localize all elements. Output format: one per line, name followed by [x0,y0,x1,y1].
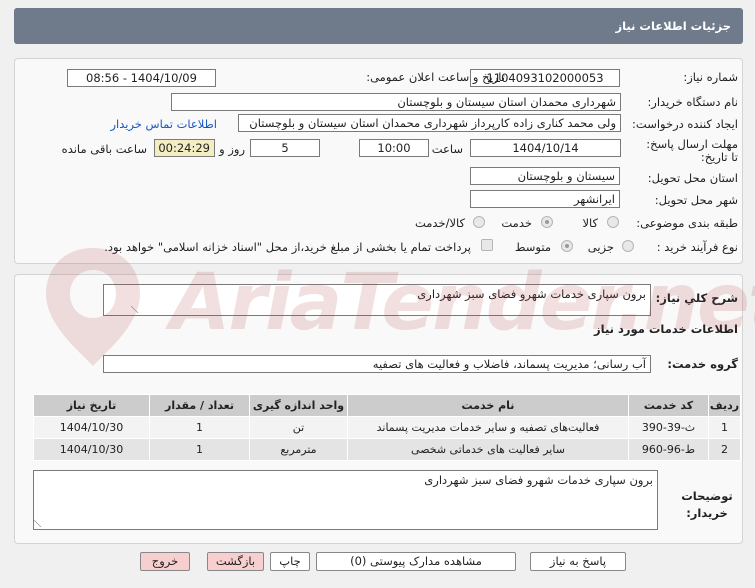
need-number-label: شماره نیاز: [683,70,738,84]
table-row[interactable]: 2 ط-96-960 سایر فعالیت های خدماتی شخصی م… [33,438,741,461]
category-goods-service-radio[interactable] [473,216,485,228]
cell-unit: مترمربع [249,438,348,461]
cell-unit: تن [249,416,348,439]
deadline-time-label: ساعت [431,142,463,156]
cell-need-date: 1404/10/30 [33,416,150,439]
remaining-time-field[interactable]: 00:24:29 [154,139,215,157]
services-table: ردیف کد خدمت نام خدمت واحد اندازه گیری ت… [33,394,741,461]
service-group-field[interactable]: آب رسانی؛ مدیریت پسماند، فاضلاب و فعالیت… [103,355,651,373]
col-unit: واحد اندازه گیری [249,394,348,417]
need-details-panel [14,58,743,264]
cell-service-name: سایر فعالیت های خدماتی شخصی [347,438,629,461]
print-button[interactable]: چاپ [270,552,310,571]
services-heading: اطلاعات خدمات مورد نیاز [594,322,738,336]
buyer-org-label: نام دستگاه خریدار: [647,95,738,109]
cell-quantity: 1 [149,438,250,461]
creator-label: ایجاد کننده درخواست: [632,117,738,131]
announce-label: تاریخ و ساعت اعلان عمومی: [366,70,505,84]
col-service-name: نام خدمت [347,394,629,417]
table-row[interactable]: 1 ث-39-390 فعالیت‌های تصفیه و سایر خدمات… [33,416,741,439]
buyer-notes-label: توضیحات خریدار: [681,489,733,520]
category-service-label: خدمت [501,216,532,230]
city-field[interactable]: ایرانشهر [470,190,620,208]
process-minor-label: جزیی [587,240,614,254]
cell-service-code: ط-96-960 [628,438,709,461]
service-group-label: گروه خدمت: [667,357,738,371]
treasury-payment-note: پرداخت تمام یا بخشی از مبلغ خرید،از محل … [104,240,471,254]
col-quantity: تعداد / مقدار [149,394,250,417]
summary-label: شرح كلي نياز: [655,291,738,305]
exit-button[interactable]: خروج [140,552,190,571]
process-medium-radio[interactable] [561,240,573,252]
cell-service-name: فعالیت‌های تصفیه و سایر خدمات مدیریت پسم… [347,416,629,439]
process-medium-label: متوسط [514,240,551,254]
buyer-org-field[interactable]: شهرداری محمدان استان سیستان و بلوچستان [171,93,621,111]
back-button[interactable]: بازگشت [207,552,264,571]
category-goods-radio[interactable] [607,216,619,228]
cell-quantity: 1 [149,416,250,439]
process-minor-radio[interactable] [622,240,634,252]
category-goods-service-label: کالا/خدمت [414,216,465,230]
buyer-notes-textarea[interactable]: برون سپاری خدمات شهرو فضای سبز شهرداری [33,470,658,530]
page-title: جزئیات اطلاعات نیاز [615,19,731,33]
buyer-contact-link[interactable]: اطلاعات تماس خریدار [110,117,217,131]
cell-need-date: 1404/10/30 [33,438,150,461]
col-row-number: ردیف [708,394,741,417]
treasury-payment-checkbox[interactable] [481,239,493,251]
announce-datetime-field[interactable]: 1404/10/09 - 08:56 [67,69,216,87]
creator-field[interactable]: ولی محمد کناری زاده کارپرداز شهرداری محم… [238,114,621,132]
remaining-time-label: ساعت باقی مانده [61,142,147,156]
deadline-time-field[interactable]: 10:00 [359,139,429,157]
cell-service-code: ث-39-390 [628,416,709,439]
province-label: استان محل تحویل: [647,171,738,185]
days-label: روز و [219,142,245,156]
category-label: طبقه بندی موضوعی: [636,216,738,230]
summary-textarea[interactable]: برون سپاری خدمات شهرو فضای سبز شهرداری [103,284,651,316]
col-service-code: کد خدمت [628,394,709,417]
col-need-date: تاریخ نیاز [33,394,150,417]
deadline-label: مهلت ارسال پاسخ: تا تاریخ: [646,137,738,164]
province-field[interactable]: سیستان و بلوچستان [470,167,620,185]
category-goods-label: کالا [582,216,598,230]
page-header: جزئیات اطلاعات نیاز [14,8,743,44]
view-attachments-button[interactable]: مشاهده مدارک پیوستی (0) [316,552,516,571]
days-remaining-field[interactable]: 5 [250,139,320,157]
cell-row-number: 1 [708,416,741,439]
cell-row-number: 2 [708,438,741,461]
deadline-date-field[interactable]: 1404/10/14 [470,139,621,157]
table-header-row: ردیف کد خدمت نام خدمت واحد اندازه گیری ت… [33,394,741,417]
reply-button[interactable]: پاسخ به نیاز [530,552,626,571]
category-service-radio[interactable] [541,216,553,228]
process-type-label: نوع فرآیند خرید : [656,240,738,254]
city-label: شهر محل تحویل: [654,193,738,207]
